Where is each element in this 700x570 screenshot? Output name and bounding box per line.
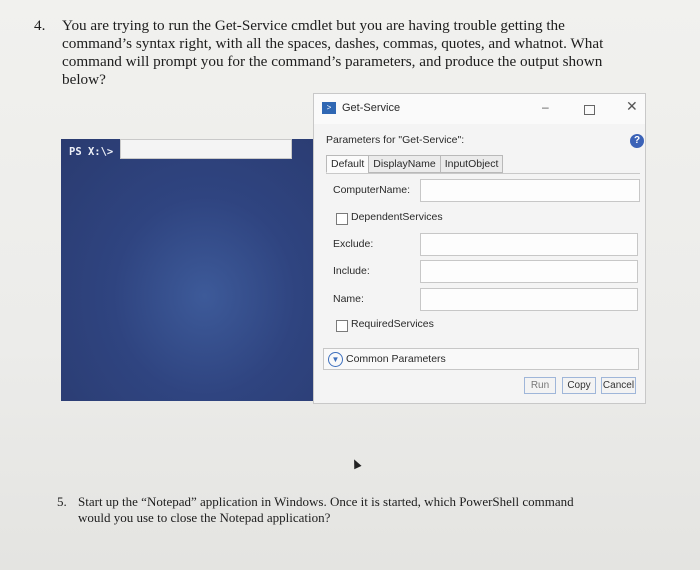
include-input[interactable] [420,260,638,283]
requiredservices-checkbox[interactable] [336,320,348,332]
copy-button[interactable]: Copy [562,377,596,394]
chevron-down-icon: ▼ [328,352,343,367]
worksheet-page: 4. You are trying to run the Get-Service… [0,0,700,570]
common-parameters-label: Common Parameters [346,353,446,365]
computername-label: ComputerName: [333,184,411,196]
window-title: Get-Service [342,102,401,114]
console-command-input[interactable] [120,139,292,159]
cancel-button[interactable]: Cancel [601,377,636,394]
exclude-label: Exclude: [333,238,374,250]
question-4-text: You are trying to run the Get-Service cm… [62,17,604,88]
parameters-panel: ComputerName: DependentServices Exclude:… [326,173,640,354]
powershell-console[interactable]: PS X:\> [61,139,322,401]
parameters-heading: Parameters for "Get-Service": [326,134,465,146]
window-titlebar[interactable]: > Get-Service – ✕ [314,94,645,124]
tab-displayname[interactable]: DisplayName [368,155,441,173]
include-label: Include: [333,265,370,277]
question-5-number: 5. [57,494,67,509]
common-parameters-expander[interactable]: ▼ Common Parameters [323,348,639,370]
maximize-button[interactable] [584,105,595,115]
name-label: Name: [333,293,364,305]
name-input[interactable] [420,288,638,311]
dependentservices-checkbox[interactable] [336,213,348,225]
help-icon[interactable]: ? [630,134,644,148]
close-button[interactable]: ✕ [626,98,638,115]
dependentservices-label: DependentServices [351,211,443,223]
console-prompt: PS X:\> [69,146,114,158]
mouse-cursor-icon [350,457,362,470]
requiredservices-label: RequiredServices [351,318,434,330]
run-button[interactable]: Run [524,377,556,394]
tab-default[interactable]: Default [326,155,370,173]
minimize-button[interactable]: – [542,100,549,114]
question-5-text: Start up the “Notepad” application in Wi… [78,494,574,525]
exclude-input[interactable] [420,233,638,256]
powershell-icon: > [322,102,336,114]
tab-inputobject[interactable]: InputObject [439,155,504,173]
parameter-set-tabs: Default DisplayName InputObject [326,155,504,173]
computername-input[interactable] [420,179,640,202]
show-command-window: > Get-Service – ✕ Parameters for "Get-Se… [313,93,646,404]
question-4-number: 4. [34,17,46,34]
